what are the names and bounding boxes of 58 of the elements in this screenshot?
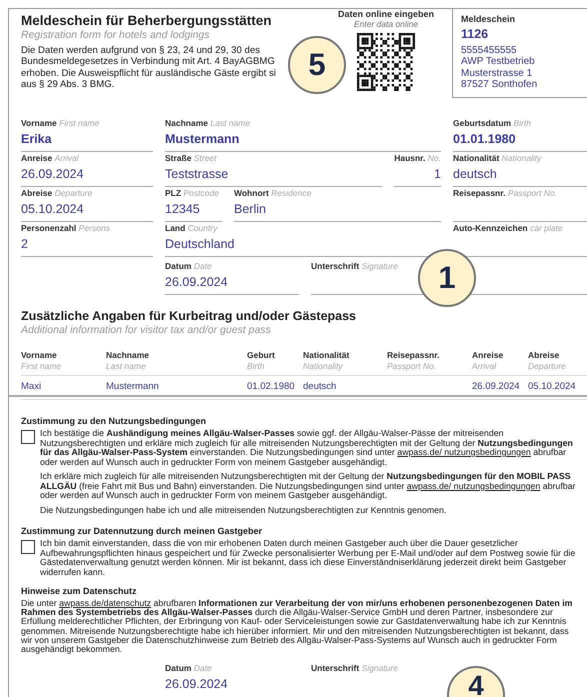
form-field[interactable]: Anreise Arrival 26.09.2024: [21, 152, 153, 187]
column-header: Vorname First name: [21, 350, 62, 372]
form-field[interactable]: Straße Street Teststrasse: [165, 152, 382, 187]
section-heading: Zustimmung zu den Nutzungsbedingungen: [21, 416, 207, 426]
form-field[interactable]: Geburtsdatum Birth 01.01.1980: [453, 117, 587, 152]
column-header: Nationalität Nationality: [303, 350, 350, 372]
host-address-line: 5555455555: [461, 45, 518, 56]
table-cell-text: 01.02.1980: [247, 381, 296, 392]
column-header: Anreise Arrival: [472, 350, 504, 372]
section-heading: Zustimmung zur Datennutzung durch meinen Gastgeber: [21, 526, 264, 536]
form-subtitle: Registration form for hotels and lodgings: [21, 29, 211, 41]
form-field[interactable]: Abreise Departure 05.10.2024: [21, 187, 153, 222]
form-field[interactable]: Reisepassnr. Passport No.: [453, 187, 587, 222]
section-subtitle: Additional information for visitor tax and/or guest pass: [21, 324, 272, 336]
form-field[interactable]: Vorname First name Erika: [21, 117, 153, 152]
form-title: Meldeschein für Beherbergungsstätten: [21, 13, 273, 28]
section-heading: Hinweise zum Datenschutz: [21, 586, 138, 596]
online-label: Daten online eingeben: [338, 9, 434, 19]
form-field[interactable]: Datum Date 26.09.2024: [165, 662, 299, 697]
section-title: Zusätzliche Angaben für Kurbeitrag und/oder Gästepass: [21, 309, 358, 323]
table-cell-text: 26.09.2024: [472, 381, 521, 392]
table-cell-text: deutsch: [303, 381, 338, 392]
certificate-number: 1126: [461, 27, 490, 41]
form-field[interactable]: Nationalität Nationality deutsch: [453, 152, 587, 187]
link[interactable]: awpass.de/datenschutz: [59, 598, 152, 608]
host-address-line: Musterstrasse 1: [461, 68, 534, 79]
table-cell-text: 05.10.2024: [528, 381, 577, 392]
host-address-line: 87527 Sonthofen: [461, 78, 538, 90]
host-address-line: AWP Testbetrieb: [461, 56, 536, 68]
form-field[interactable]: Unterschrift Signature: [311, 662, 429, 682]
step-marker: 1: [418, 249, 476, 307]
consent-text: Ich bin damit einverstanden, dass die von mir erhobenen Daten durch meinen Gastgeber auch über die Dauer gesetzlicher Aufbewahrungspflichten hinaus gespeichert und für Zwecke personalisierter Werbung per E-Mail und/oder auf dem Postweg sowie für die Gästedatenverwaltung genutzt werden können. Mir ist bekannt, dass ich diese Einverständniserklärung jederzeit direkt beim Gastgeber widerrufen kann.: [40, 539, 576, 577]
form-field[interactable]: Hausnr. No. 1: [394, 152, 441, 187]
link[interactable]: awpass.de/ nutzungsbedingungen: [406, 480, 540, 490]
table-cell-text: Maxi: [21, 381, 42, 392]
certificate-label: Meldeschein: [461, 14, 516, 24]
link[interactable]: awpass.de/ nutzungsbedingungen: [397, 447, 531, 457]
column-header: Reisepassnr. Passport No.: [387, 350, 440, 372]
checkbox[interactable]: [21, 540, 35, 554]
legal-notice: Die Daten werden aufgrund von § 23, 24 und 29, 30 des Bundesmeldegesetzes in Verbindung mit Art. 4 BayAGBMG erhoben. Die Ausweispflicht für ausländische Gäste ergibt si aus § 29 Abs. 3 BMG.: [21, 45, 277, 90]
column-header: Geburt Birth: [247, 350, 276, 372]
consent-text: Ich bestätige die Aushändigung meines Allgäu-Walser-Passes sowie ggf. der Allgäu-Walser-Pässe der mitreisenden Nutzungsberechtigten und erkläre mich zugleich für alle mitreisenden Nutzungsberechtigten mit der Geltung der Nutzungsbedingungen für das Allgäu-Walser-Pass-System einverstanden. Die Nutzungsbedingungen sind unter awpass.de/ nutzungsbedingungen abrufbar oder werden auf Wunsch auch in gedruckter Form von meinem Gastgeber ausgehändigt.: [40, 429, 574, 467]
qr-code[interactable]: [357, 33, 415, 91]
online-hint: Enter data online: [354, 19, 418, 29]
form-field[interactable]: PLZ Postcode 12345: [165, 187, 222, 222]
form-field[interactable]: Datum Date 26.09.2024: [165, 260, 299, 295]
checkbox[interactable]: [21, 430, 35, 444]
column-header: Nachname Last name: [106, 350, 150, 372]
step-marker: 5: [288, 36, 346, 94]
form-field[interactable]: Nachname Last name Mustermann: [165, 117, 441, 152]
consent-text: Die Nutzungsbedingungen habe ich und alle mitreisenden Nutzungsberechtigten zur Kenntnis genomen.: [40, 506, 448, 515]
consent-text: Ich erkläre mich zugleich für alle mitreisenden Nutzungsberechtigten mit der Geltung der Nutzungsbedingungen für den MOBIL PASS ALLGÄU (freie Fahrt mit Bus und Bahn) einverstanden. Die Nutzungsbedingungen sind unter awpass.de/ nutzungsbedingungen abrufbar oder werden auf Wunsch auch in gedruckter Form von meinem Gastgeber ausgehändigt.: [40, 472, 576, 500]
column-header: Abreise Departure: [528, 350, 567, 372]
form-field[interactable]: Personenzahl Persons 2: [21, 222, 153, 257]
form-field[interactable]: Wohnort Residence Berlin: [234, 187, 441, 222]
step-marker: 4: [447, 666, 505, 697]
consent-text: Die unter awpass.de/datenschutz abrufbaren Informationen zur Verarbeitung der von mir/uns erhobenen personenbezogenen Daten im Rahmen des Systembetriebs des Allgäu-Walser-Passes durch die Allgäu-Walser-Service GmbH und deren Partner, insbesondere zur Erfüllung melderechtlicher Pflichten, der Erbringung von Kauf- oder Serviceleistungen sowie zur Gastdatenverwaltung habe ich zur Kenntnis genommen. Mitreisende Nutzungsberechtigte habe ich hierüber informiert. Mir und den mitreisenden Nutzungsberechtigten ist bekannt, dass wir von unserem Gastgeber die Datenschutzhinweise zum Betrieb des Allgäu-Walser-Pass-Systems auf Wunsch auch in gedruckter Form ausgehändigt bekommen.: [21, 599, 574, 654]
table-cell-text: Mustermann: [106, 381, 160, 392]
